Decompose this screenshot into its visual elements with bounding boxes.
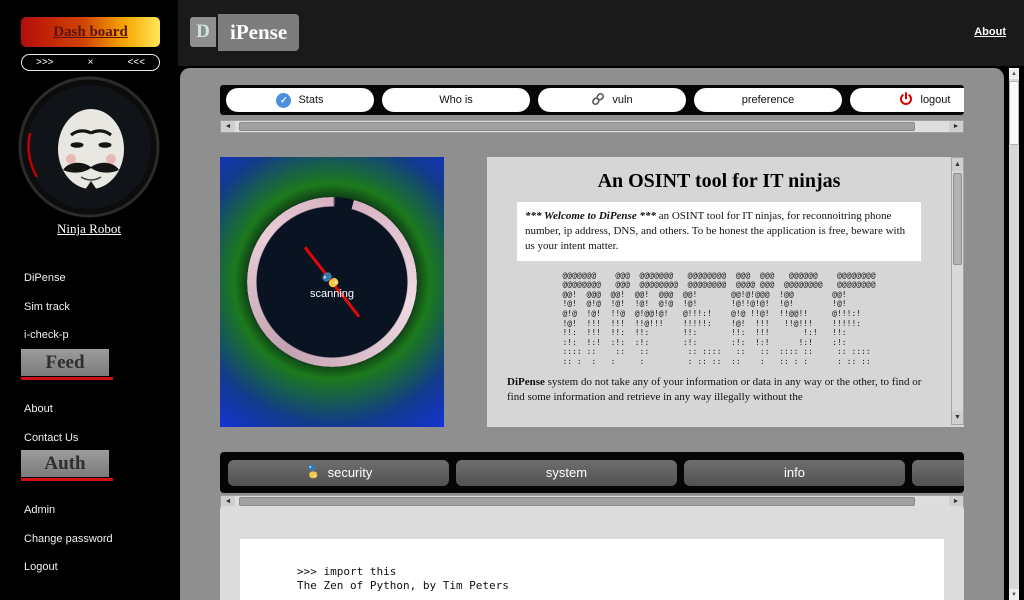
scanner-panel: scanning [220,157,444,427]
disclaimer-body: system do not take any of your informati… [507,376,922,404]
stats-button-label: Stats [298,94,324,106]
osint-title: An OSINT tool for IT ninjas [597,170,841,192]
preference-button-label: preference [741,94,795,106]
toolbar-hscrollbar-track[interactable] [235,121,949,132]
tab-system-label: system [545,465,588,480]
page-vscrollbar-track[interactable] [1009,79,1019,589]
vuln-button[interactable]: vuln [538,88,686,112]
scroll-up-icon[interactable]: ▲ [1009,68,1019,79]
dashboard-button[interactable]: Dash board [21,17,160,47]
collapse-left-icon[interactable]: >>> [36,57,54,68]
auth-underline [21,478,113,481]
tabs-hscrollbar-thumb[interactable] [239,497,915,506]
osint-vscrollbar-thumb[interactable] [953,173,962,265]
stats-button[interactable]: ✓ Stats [226,88,374,112]
tab-clipped[interactable] [912,459,964,486]
logo-text: iPense [218,14,300,51]
osint-vscrollbar[interactable]: ▲ ▼ [951,157,964,425]
sidebar-item-i-check-p[interactable]: i-check-p [24,329,69,341]
whois-button-label: Who is [439,94,473,106]
osint-vscrollbar-track[interactable] [952,171,963,411]
logout-button[interactable]: logout [850,88,964,112]
page-vscrollbar-thumb[interactable] [1009,81,1019,145]
power-icon [898,91,914,110]
toolbar-hscrollbar-thumb[interactable] [239,122,915,131]
tab-info[interactable]: info [684,459,905,486]
logout-button-label: logout [920,94,951,106]
sidebar-collapse-bar[interactable]: >>> × <<< [21,54,160,71]
tab-security-label: security [327,465,373,480]
ascii-banner: @@@@@@@ @@@ @@@@@@@ @@@@@@@@ @@@ @@@ @@@… [562,270,876,366]
preference-button[interactable]: preference [694,88,842,112]
collapse-right-icon[interactable]: <<< [127,57,145,68]
scanner-status: scanning [309,288,355,300]
disclaimer-text: DiPense system do not take any of your i… [507,375,931,405]
avatar [17,75,161,219]
tab-info-label: info [784,465,805,480]
header-about-link[interactable]: About [974,26,1006,38]
scroll-up-icon[interactable]: ▲ [952,158,963,171]
sidebar-item-admin[interactable]: Admin [24,504,55,516]
console-code: >>> import this The Zen of Python, by Ti… [297,565,509,592]
tab-security[interactable]: security [228,459,449,486]
scroll-down-icon[interactable]: ▼ [952,411,963,424]
link-icon [591,92,605,109]
profile-name: Ninja Robot [57,221,121,236]
sidebar-item-logout[interactable]: Logout [24,561,58,573]
console-panel: >>> import this The Zen of Python, by Ti… [220,506,964,600]
vuln-button-label: vuln [612,94,633,106]
scroll-down-icon[interactable]: ▼ [1009,589,1019,600]
scroll-left-icon[interactable]: ◄ [221,121,235,132]
header: D iPense About [178,0,1024,66]
tab-system[interactable]: system [456,459,677,486]
scanner-dial [247,197,417,367]
tabs-bar: security system info [220,452,964,493]
auth-button[interactable]: Auth [21,450,109,477]
close-icon[interactable]: × [88,57,94,68]
disclaimer-lead: DiPense [507,376,545,389]
sidebar: Dash board >>> × <<< Ninja Robot DiPense… [0,0,178,600]
avatar-mask-image [18,76,160,218]
logo-initial: D [190,17,216,47]
sidebar-item-contact-us[interactable]: Contact Us [24,432,78,444]
scroll-right-icon[interactable]: ► [949,121,963,132]
welcome-box: *** Welcome to DiPense *** an OSINT tool… [517,202,921,261]
feed-underline [21,377,113,380]
app-root: Dash board >>> × <<< Ninja Robot DiPense… [0,0,1024,600]
app-logo: D iPense [190,14,300,51]
main-panel: ✓ Stats Who is vuln preference logout ◄ … [180,68,1004,600]
page-vscrollbar[interactable]: ▲ ▼ [1009,68,1019,600]
sidebar-item-about[interactable]: About [24,403,53,415]
sidebar-item-change-password[interactable]: Change password [24,533,113,545]
python-key-icon [305,463,320,482]
verified-badge-icon: ✓ [276,92,292,108]
whois-button[interactable]: Who is [382,88,530,112]
console-card: >>> import this The Zen of Python, by Ti… [240,539,944,600]
feed-button[interactable]: Feed [21,349,109,376]
welcome-lead: *** Welcome to DiPense *** [525,210,656,222]
osint-panel: An OSINT tool for IT ninjas *** Welcome … [487,157,964,427]
sidebar-item-dipense[interactable]: DiPense [24,272,66,284]
osint-content: An OSINT tool for IT ninjas *** Welcome … [487,157,951,427]
sidebar-item-sim-track[interactable]: Sim track [24,301,70,313]
toolbar: ✓ Stats Who is vuln preference logout [220,85,964,115]
toolbar-hscrollbar[interactable]: ◄ ► [220,120,964,133]
